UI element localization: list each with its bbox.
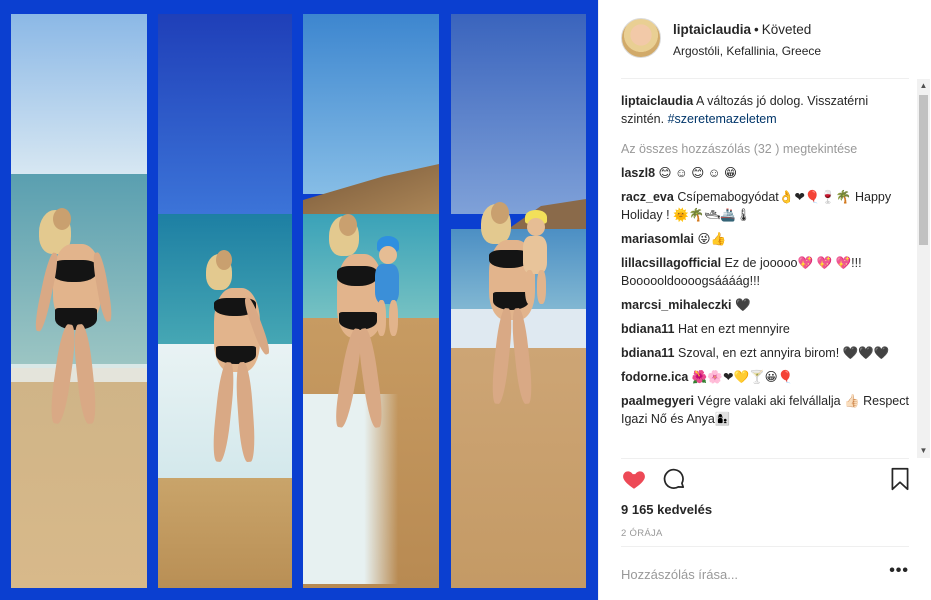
comment-username[interactable]: bdiana11 [621, 346, 675, 360]
comments-scrollbar[interactable]: ▲ ▼ [917, 79, 930, 458]
likes-count[interactable]: 9 165 kedvelés [621, 502, 712, 517]
post-sidebar: liptaiclaudia • Követed Argostóli, Kefalli… [598, 0, 931, 600]
view-all-comments-link[interactable]: Az összes hozzászólás (32 ) megtekintése [621, 140, 913, 158]
comment-item: mariasomlai 😜👍 [621, 230, 913, 248]
scroll-down-arrow-icon[interactable]: ▼ [917, 444, 930, 458]
comment-username[interactable]: marcsi_mihaleczki [621, 298, 732, 312]
photo-panel-3 [303, 14, 439, 588]
post-timestamp[interactable]: 2 ÓRÁJA [621, 528, 663, 539]
comment-username[interactable]: fodorne.ica [621, 370, 688, 384]
post-header: liptaiclaudia • Követed Argostóli, Kefalli… [599, 0, 931, 78]
scroll-up-arrow-icon[interactable]: ▲ [917, 79, 930, 93]
comment-item: bdiana11 Szoval, en ezt annyira birom! 🖤… [621, 344, 913, 362]
action-bar [621, 466, 913, 496]
comment-text: Hat en ezt mennyire [677, 322, 790, 336]
comment-username[interactable]: bdiana11 [621, 322, 675, 336]
separator-dot: • [754, 22, 759, 37]
woman-figure [198, 244, 278, 474]
comment-item: paalmegyeri Végre valaki aki felvállalja… [621, 392, 913, 428]
comment-username[interactable]: racz_eva [621, 190, 674, 204]
woman-figure [31, 204, 121, 444]
photo-panel-1 [11, 14, 147, 588]
add-comment-row: ••• [621, 560, 913, 590]
comment-item: laszl8 😊 ☺ 😊 ☺ 😁 [621, 164, 913, 182]
comments-list[interactable]: liptaiclaudia A változás jó dolog. Vissz… [621, 92, 913, 458]
comment-username[interactable]: paalmegyeri [621, 394, 694, 408]
caption-username[interactable]: liptaiclaudia [621, 94, 693, 108]
follow-status-button[interactable]: Követed [762, 22, 812, 37]
comment-text: 🌺🌸❤💛🍸😀🎈 [691, 370, 794, 384]
caption: liptaiclaudia A változás jó dolog. Vissz… [621, 92, 913, 128]
comment-item: fodorne.ica 🌺🌸❤💛🍸😀🎈 [621, 368, 913, 386]
comment-text: Szoval, en ezt annyira birom! 🖤🖤🖤 [677, 346, 890, 360]
scroll-thumb[interactable] [919, 95, 928, 245]
child-figure [367, 236, 403, 346]
comment-item: marcsi_mihaleczki 🖤 [621, 296, 913, 314]
post-photo[interactable] [0, 0, 598, 600]
heart-filled-icon[interactable] [621, 466, 647, 492]
more-options-icon[interactable]: ••• [889, 562, 909, 580]
caption-hashtag[interactable]: #szeretemazeletem [668, 112, 777, 126]
photo-panel-4 [451, 14, 586, 588]
comment-item: lillacsillagofficial Ez de jooooo💖 💖 💖!!… [621, 254, 913, 290]
comment-username[interactable]: lillacsillagofficial [621, 256, 721, 270]
add-comment-input[interactable] [621, 562, 871, 586]
comment-username[interactable]: laszl8 [621, 166, 655, 180]
post-username[interactable]: liptaiclaudia [673, 22, 751, 37]
comment-item: racz_eva Csípemabogyódat👌❤🎈🍷🌴 Happy Holi… [621, 188, 913, 224]
avatar[interactable] [621, 18, 661, 58]
comment-text: 😊 ☺ 😊 ☺ 😁 [658, 166, 738, 180]
comment-item: bdiana11 Hat en ezt mennyire [621, 320, 913, 338]
add-comment-divider [621, 546, 909, 547]
comment-text: 😜👍 [697, 232, 727, 246]
photo-panel-2 [158, 14, 292, 588]
post-location[interactable]: Argostóli, Kefallinia, Greece [673, 44, 821, 58]
comment-username[interactable]: mariasomlai [621, 232, 694, 246]
header-divider [621, 78, 909, 79]
comment-text: 🖤 [734, 298, 751, 312]
comment-bubble-icon[interactable] [661, 466, 687, 492]
bookmark-icon[interactable] [887, 466, 913, 492]
actions-divider [621, 458, 909, 459]
child-figure [517, 210, 551, 310]
